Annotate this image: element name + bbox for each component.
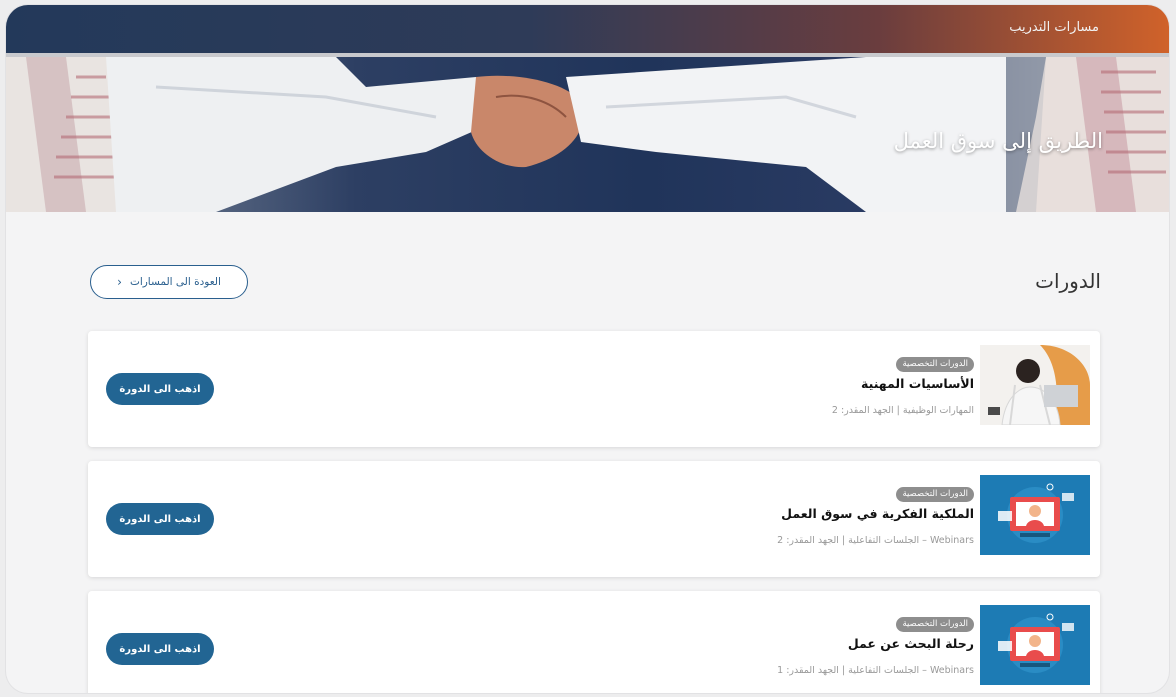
hero-title: الطريق إلى سوق العمل [893, 129, 1103, 153]
course-meta: المهارات الوظيفية | الجهد المقدر: 2 [831, 405, 974, 416]
category-badge: الدورات التخصصية [896, 357, 974, 372]
course-info: الدورات التخصصية الملكية الفكرية في سوق … [374, 481, 974, 546]
course-thumbnail [980, 475, 1090, 555]
hero-banner: الطريق إلى سوق العمل [6, 57, 1169, 212]
go-to-course-button[interactable]: اذهب الى الدورة [106, 633, 214, 665]
top-bar: مسارات التدريب [6, 5, 1169, 53]
course-info: الدورات التخصصية الأساسيات المهنية المها… [374, 351, 974, 416]
category-badge: الدورات التخصصية [896, 617, 974, 632]
course-card: الدورات التخصصية الملكية الفكرية في سوق … [88, 461, 1100, 577]
course-meta: Webinars – الجلسات التفاعلية | الجهد الم… [777, 535, 974, 546]
back-to-tracks-button[interactable]: العودة الى المسارات ‹ [90, 265, 248, 299]
app-frame: مسارات التدريب الطريق إلى سوق العمل الدو… [6, 5, 1169, 693]
course-thumbnail [980, 345, 1090, 425]
course-title[interactable]: رحلة البحث عن عمل [374, 636, 974, 651]
chevron-left-icon: ‹ [117, 275, 122, 289]
course-title[interactable]: الملكية الفكرية في سوق العمل [374, 506, 974, 521]
topbar-title[interactable]: مسارات التدريب [1009, 20, 1099, 35]
course-card: الدورات التخصصية رحلة البحث عن عمل Webin… [88, 591, 1100, 693]
course-thumbnail [980, 605, 1090, 685]
course-card: الدورات التخصصية الأساسيات المهنية المها… [88, 331, 1100, 447]
course-meta: Webinars – الجلسات التفاعلية | الجهد الم… [777, 665, 974, 676]
courses-heading: الدورات [1035, 269, 1101, 293]
category-badge: الدورات التخصصية [896, 487, 974, 502]
back-label: العودة الى المسارات [129, 276, 221, 288]
go-to-course-button[interactable]: اذهب الى الدورة [106, 373, 214, 405]
course-info: الدورات التخصصية رحلة البحث عن عمل Webin… [374, 611, 974, 676]
go-to-course-button[interactable]: اذهب الى الدورة [106, 503, 214, 535]
course-title[interactable]: الأساسيات المهنية [374, 376, 974, 391]
